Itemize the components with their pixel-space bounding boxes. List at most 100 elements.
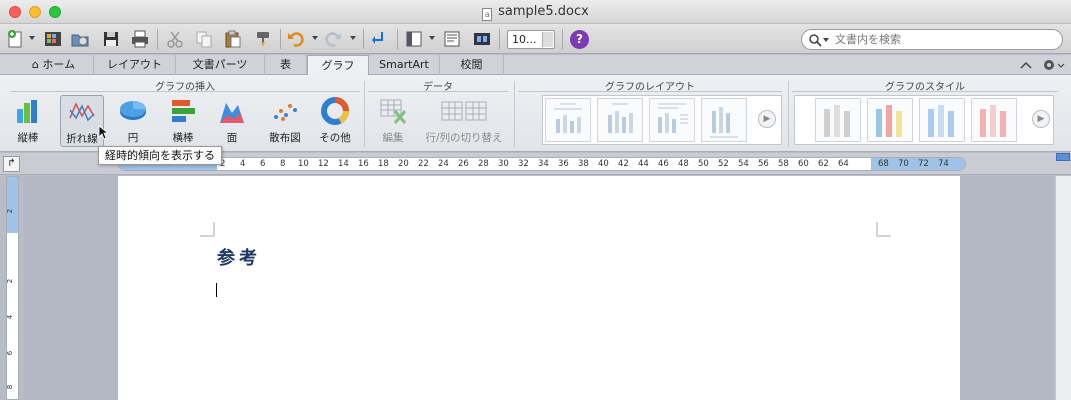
chevron-down-icon[interactable]	[429, 36, 435, 40]
insert-link-icon[interactable]	[370, 29, 390, 49]
crop-mark	[200, 222, 215, 237]
vertical-ruler-top-margin	[7, 177, 18, 233]
group-divider	[792, 91, 1058, 92]
document-page[interactable]	[118, 176, 960, 400]
tab-charts[interactable]: グラフ	[307, 55, 369, 76]
chart-layout-option[interactable]	[545, 98, 591, 142]
vertical-ruler[interactable]: 2 2 4 6 8	[6, 176, 19, 400]
search-field[interactable]	[801, 29, 1063, 50]
pie-chart-button[interactable]: 円	[110, 95, 156, 147]
vertical-scrollbar[interactable]	[1055, 176, 1071, 400]
save-icon[interactable]	[101, 29, 121, 49]
zoom-select[interactable]: 10...	[507, 30, 555, 49]
ruler-number: 60	[798, 159, 809, 169]
ruler-number: 14	[338, 159, 349, 169]
search-icon[interactable]	[808, 33, 822, 47]
horizontal-ruler[interactable]: 2 4 6 8 10 12 14 16 18 20 22 24 26 28 30 32 34 36 38 40 42 44…	[118, 157, 966, 171]
ruler-number: 52	[718, 159, 729, 169]
text-caret	[216, 283, 217, 297]
chart-layout-option[interactable]	[701, 98, 747, 142]
tab-stop-selector[interactable]: ↱	[3, 156, 20, 172]
chart-style-option[interactable]	[867, 98, 913, 142]
window-title: a sample5.docx	[0, 4, 1071, 21]
chevron-down-icon[interactable]	[350, 36, 356, 40]
ruler-number: 4	[240, 159, 246, 169]
sidebar-toggle-icon[interactable]	[404, 29, 424, 49]
vertical-ruler-number: 6	[6, 350, 15, 356]
standard-toolbar: 10... ?	[0, 24, 1071, 54]
pie-chart-icon	[120, 101, 146, 120]
ruler-number: 50	[698, 159, 709, 169]
copy-icon[interactable]	[194, 29, 214, 49]
collapse-ribbon-icon[interactable]	[1016, 57, 1036, 73]
ribbon-charts: グラフの挿入 縦棒 折れ線 円 横棒 面 散布図 その他 データ 編集 行/列の…	[0, 75, 1071, 152]
paste-icon[interactable]	[223, 29, 243, 49]
view-icon[interactable]	[442, 29, 462, 49]
ruler-number: 42	[618, 159, 629, 169]
ruler-number: 18	[378, 159, 389, 169]
tab-review[interactable]: 校閲	[440, 55, 504, 75]
new-document-icon[interactable]	[6, 29, 26, 49]
gear-icon[interactable]	[1041, 57, 1065, 73]
chevron-down-icon[interactable]	[29, 36, 35, 40]
group-separator	[364, 81, 365, 147]
ruler-number: 34	[538, 159, 549, 169]
ruler-number: 62	[818, 159, 829, 169]
switch-row-column-button[interactable]: 行/列の切り替え	[420, 95, 508, 147]
group-separator	[788, 81, 789, 147]
bar-chart-button[interactable]: 横棒	[160, 95, 206, 147]
chart-style-option[interactable]	[971, 98, 1017, 142]
ruler-number: 36	[558, 159, 569, 169]
area-chart-button[interactable]: 面	[210, 95, 254, 147]
print-icon[interactable]	[130, 29, 150, 49]
chevron-down-icon[interactable]	[823, 38, 829, 42]
switch-row-column-icon	[441, 101, 487, 121]
chevron-right-icon[interactable]: ▶	[758, 110, 776, 128]
toolbar-separator	[157, 29, 158, 49]
ruler-toggle-button[interactable]	[1056, 153, 1070, 161]
search-input[interactable]	[835, 32, 1055, 47]
media-browser-icon[interactable]	[472, 29, 492, 49]
ruler-number: 64	[838, 159, 849, 169]
group-divider	[10, 91, 360, 92]
tab-tables[interactable]: 表	[265, 55, 307, 75]
template-gallery-icon[interactable]	[43, 29, 63, 49]
toolbar-separator	[363, 29, 364, 49]
undo-icon[interactable]	[286, 29, 306, 49]
tab-smartart[interactable]: SmartArt	[369, 55, 440, 75]
ruler-number: 68	[878, 159, 889, 169]
ruler-number: 56	[758, 159, 769, 169]
format-painter-icon[interactable]	[253, 29, 273, 49]
cut-icon[interactable]	[165, 29, 185, 49]
scatter-chart-button[interactable]: 散布図	[262, 95, 308, 147]
toolbar-separator	[499, 29, 500, 49]
redo-icon[interactable]	[323, 29, 343, 49]
help-button[interactable]: ?	[570, 30, 589, 49]
tab-document-elements[interactable]: 文書パーツ	[176, 55, 265, 75]
document-heading[interactable]: 参考	[217, 244, 261, 270]
chart-style-option[interactable]	[815, 98, 861, 142]
bar-chart-icon	[172, 100, 195, 122]
ribbon-tabs: ⌂ ホーム レイアウト 文書パーツ 表 グラフ SmartArt 校閲	[0, 55, 1071, 76]
line-chart-icon	[69, 102, 95, 122]
scatter-chart-icon	[274, 104, 297, 121]
area-chart-icon	[220, 103, 244, 123]
chevron-down-icon[interactable]	[312, 36, 318, 40]
mouse-pointer-icon	[98, 125, 108, 140]
ruler-number: 16	[358, 159, 369, 169]
ruler-number: 22	[418, 159, 429, 169]
edit-data-button[interactable]: 編集	[370, 95, 416, 147]
chevron-right-icon[interactable]: ▶	[1032, 110, 1050, 128]
ruler-number: 30	[498, 159, 509, 169]
ruler-number: 24	[438, 159, 449, 169]
chart-style-option[interactable]	[919, 98, 965, 142]
chart-layout-option[interactable]	[649, 98, 695, 142]
ruler-number: 72	[918, 159, 929, 169]
open-folder-icon[interactable]	[70, 29, 90, 49]
tab-layout[interactable]: レイアウト	[94, 55, 176, 75]
other-chart-button[interactable]: その他	[312, 95, 358, 147]
column-chart-button[interactable]: 縦棒	[8, 95, 48, 147]
tab-home[interactable]: ⌂ ホーム	[14, 55, 94, 75]
chevron-down-icon[interactable]	[542, 32, 553, 47]
chart-layout-option[interactable]	[597, 98, 643, 142]
